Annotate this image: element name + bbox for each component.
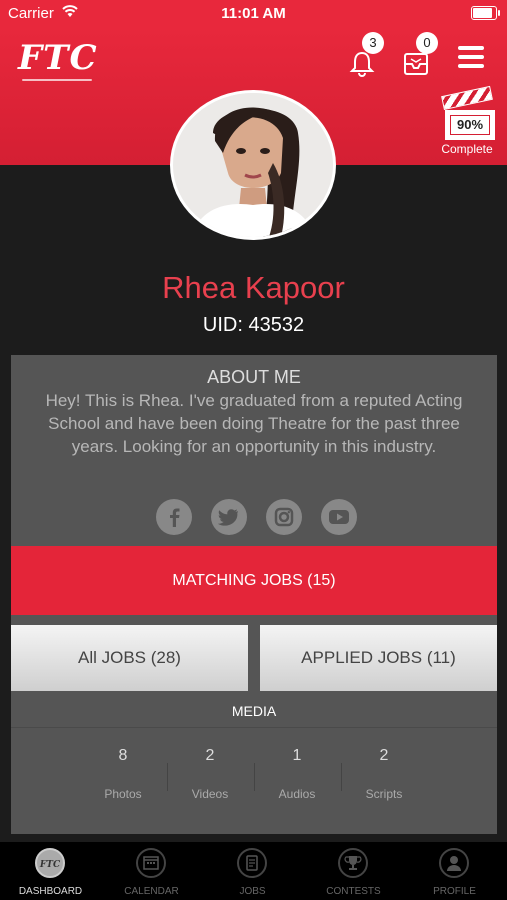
battery-icon (471, 6, 500, 20)
completion-label: Complete (441, 142, 493, 156)
profile-panel: ABOUT ME Hey! This is Rhea. I've graduat… (11, 355, 497, 834)
notifications-badge: 3 (362, 32, 384, 54)
completion-percent: 90% (450, 115, 490, 135)
facebook-icon[interactable] (156, 499, 192, 535)
media-scripts-count: 2 (379, 747, 389, 764)
ftc-logo-icon: FTC (35, 848, 65, 878)
calendar-icon (136, 848, 166, 878)
media-scripts-label: Scripts (365, 787, 403, 801)
media-videos[interactable]: 2 Videos (165, 747, 255, 801)
media-photos[interactable]: 8 Photos (78, 747, 168, 801)
media-title: MEDIA (231, 703, 277, 719)
matching-jobs-button[interactable]: MATCHING JOBS (15) (11, 546, 497, 615)
tab-dashboard[interactable]: FTC DASHBOARD (0, 842, 101, 900)
divider (11, 727, 497, 728)
profile-name: Rhea Kapoor (162, 270, 345, 305)
svg-text:FTC: FTC (39, 860, 61, 870)
ftc-logo[interactable]: FTC (18, 38, 98, 78)
mailbox-icon (402, 50, 430, 81)
media-audios[interactable]: 1 Audios (252, 747, 342, 801)
menu-button[interactable] (458, 46, 484, 68)
tab-jobs[interactable]: JOBS (202, 842, 303, 900)
about-title: ABOUT ME (207, 367, 301, 387)
instagram-icon[interactable] (266, 499, 302, 535)
media-videos-count: 2 (205, 747, 215, 764)
tab-calendar-label: CALENDAR (124, 886, 179, 897)
media-videos-label: Videos (191, 787, 229, 801)
applied-jobs-button[interactable]: APPLIED JOBS (11) (260, 625, 497, 691)
media-photos-label: Photos (104, 787, 142, 801)
messages-button[interactable]: 0 (402, 32, 438, 76)
notifications-button[interactable]: 3 (348, 32, 384, 77)
media-photos-count: 8 (118, 747, 128, 764)
tab-profile-label: PROFILE (433, 886, 476, 897)
youtube-icon[interactable] (321, 499, 357, 535)
tab-contests-label: CONTESTS (326, 886, 381, 897)
avatar-photo (173, 93, 333, 237)
tab-jobs-label: JOBS (239, 886, 266, 897)
status-time: 11:01 AM (221, 5, 286, 22)
tab-calendar[interactable]: CALENDAR (101, 842, 202, 900)
bell-icon (348, 50, 376, 83)
twitter-icon[interactable] (211, 499, 247, 535)
tab-contests[interactable]: CONTESTS (303, 842, 404, 900)
media-scripts[interactable]: 2 Scripts (339, 747, 429, 801)
logo-swoosh (22, 79, 92, 81)
bottom-tab-bar: FTC DASHBOARD CALENDAR JOBS CONTESTS PRO… (0, 842, 507, 900)
about-text: Hey! This is Rhea. I've graduated from a… (45, 391, 463, 456)
profile-uid: UID: 43532 (202, 314, 305, 336)
jobs-icon (237, 848, 267, 878)
profile-completion[interactable]: 90% Complete (436, 85, 496, 160)
profile-avatar[interactable] (170, 90, 336, 240)
tab-dashboard-label: DASHBOARD (18, 886, 83, 897)
media-audios-count: 1 (292, 747, 302, 764)
tab-profile[interactable]: PROFILE (404, 842, 505, 900)
all-jobs-button[interactable]: All JOBS (28) (11, 625, 248, 691)
profile-icon (439, 848, 469, 878)
media-audios-label: Audios (278, 787, 316, 801)
messages-badge: 0 (416, 32, 438, 54)
status-bar: Carrier 11:01 AM (0, 0, 507, 26)
trophy-icon (338, 848, 368, 878)
